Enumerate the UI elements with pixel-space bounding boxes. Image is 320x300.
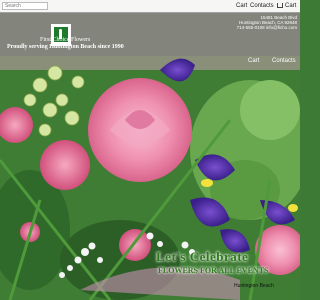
top-contacts-link[interactable]: Contacts	[250, 2, 274, 10]
search-input[interactable]	[2, 2, 48, 10]
top-cart-icon-label[interactable]: Cart	[285, 2, 296, 10]
cart-icon[interactable]	[277, 3, 283, 8]
banner-headline: Let's Celebrate	[156, 249, 249, 264]
main-nav: Cart Contacts	[220, 56, 300, 66]
banner-location: Huntington Beach	[234, 283, 274, 289]
shop-name: First Choice Flowers	[40, 37, 91, 43]
tagline: Proudly serving Huntington Beach since 1…	[7, 44, 124, 50]
banner-subheadline: FLOWERS FOR ALL EVENTS	[158, 266, 269, 275]
address-line-3: 714-555-0108 info@ficho.com	[236, 25, 297, 30]
nav-cart-link[interactable]: Cart	[248, 56, 259, 66]
nav-contacts-link[interactable]: Contacts	[272, 56, 296, 66]
top-cart-link[interactable]: Cart	[236, 2, 247, 10]
